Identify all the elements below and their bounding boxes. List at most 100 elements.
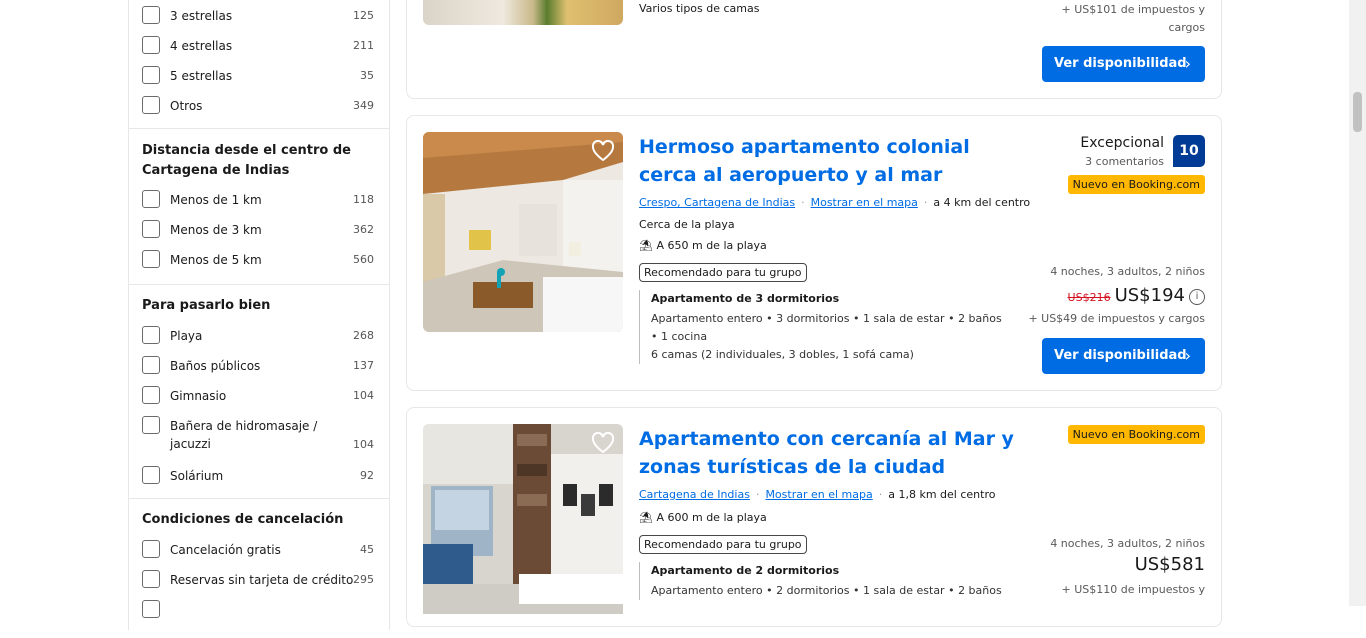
filter-row-4-stars[interactable]: 4 estrellas 211: [142, 36, 374, 56]
filter-row-beach[interactable]: Playa 268: [142, 326, 374, 346]
checkbox[interactable]: [142, 466, 160, 484]
fun-filter-section: Para pasarlo bien Playa 268 Baños públic…: [129, 284, 389, 499]
beach-distance: ⛱ A 650 m de la playa: [639, 239, 767, 252]
checkbox[interactable]: [142, 6, 160, 24]
checkbox[interactable]: [142, 190, 160, 208]
checkbox[interactable]: [142, 326, 160, 344]
filter-row-5-stars[interactable]: 5 estrellas 35: [142, 66, 374, 86]
filter-count: 35: [360, 69, 374, 82]
map-link[interactable]: Mostrar en el mapa: [811, 196, 918, 209]
filter-row-gym[interactable]: Gimnasio 104: [142, 386, 374, 406]
button-label: Ver disponibilidad: [1054, 348, 1187, 363]
recommended-tag: Recomendado para tu grupo: [639, 535, 807, 554]
filter-row-jacuzzi[interactable]: Bañera de hidromasaje / jacuzzi 104: [142, 416, 374, 456]
filter-row-solarium[interactable]: Solárium 92: [142, 466, 374, 486]
beach-distance-text: A 600 m de la playa: [656, 511, 767, 524]
location-line: Cartagena de Indias · Mostrar en el mapa · a…: [639, 488, 996, 501]
beach-distance-text: A 650 m de la playa: [656, 239, 767, 252]
filters-sidebar: 3 estrellas 125 4 estrellas 211 5 estrel…: [128, 0, 390, 630]
checkbox[interactable]: [142, 250, 160, 268]
chevron-right-icon: ›: [1184, 54, 1191, 73]
filter-count: 560: [353, 253, 374, 266]
filter-count: 137: [353, 359, 374, 372]
availability-button[interactable]: Ver disponibilidad ›: [1042, 46, 1205, 82]
checkbox[interactable]: [142, 600, 160, 618]
location-link[interactable]: Crespo, Cartagena de Indias: [639, 196, 795, 209]
taxes-info: + US$49 de impuestos y cargos: [1028, 312, 1205, 325]
unit-line: 6 camas (2 individuales, 3 dobles, 1 sof…: [651, 348, 914, 361]
filter-count: 104: [353, 389, 374, 402]
new-badge: Nuevo en Booking.com: [1067, 425, 1205, 444]
property-card: Hermoso apartamento colonial cerca al ae…: [406, 115, 1222, 391]
button-label: Ver disponibilidad: [1054, 56, 1187, 71]
checkbox[interactable]: [142, 96, 160, 114]
near-beach-text: Cerca de la playa: [639, 218, 735, 231]
filter-row-3-stars[interactable]: 3 estrellas 125: [142, 6, 374, 26]
property-title[interactable]: Apartamento con cercanía al Mar y zonas …: [639, 425, 1029, 481]
filter-count: 118: [353, 193, 374, 206]
filter-count: 211: [353, 39, 374, 52]
property-title[interactable]: Hermoso apartamento colonial cerca al ae…: [639, 133, 1029, 189]
checkbox[interactable]: [142, 386, 160, 404]
property-photo[interactable]: [423, 132, 623, 332]
stay-info: 4 noches, 3 adultos, 2 niños: [1050, 265, 1205, 278]
filter-label: Menos de 3 km: [170, 223, 262, 237]
filter-count: 362: [353, 223, 374, 236]
filter-label: Otros: [170, 99, 203, 113]
filter-row-distance-3[interactable]: Menos de 3 km 362: [142, 220, 374, 240]
availability-button[interactable]: Ver disponibilidad ›: [1042, 338, 1205, 374]
unit-details: Apartamento de 3 dormitorios Apartamento…: [639, 290, 1031, 364]
filter-row-no-card[interactable]: Reservas sin tarjeta de crédito 295: [142, 570, 374, 590]
info-icon[interactable]: i: [1189, 289, 1205, 305]
checkbox[interactable]: [142, 36, 160, 54]
filter-label: 3 estrellas: [170, 9, 233, 23]
unit-line: • 1 cocina: [651, 330, 708, 343]
unit-line: Apartamento entero • 2 dormitorios • 1 s…: [651, 584, 1002, 597]
filter-label: 5 estrellas: [170, 69, 233, 83]
filter-count: 92: [360, 469, 374, 482]
section-title: Para pasarlo bien: [142, 298, 271, 313]
heart-icon[interactable]: [591, 140, 615, 164]
unit-title: Apartamento de 3 dormitorios: [651, 292, 840, 305]
checkbox[interactable]: [142, 220, 160, 238]
heart-icon[interactable]: [591, 432, 615, 456]
section-title: Condiciones de cancelación: [142, 512, 344, 527]
score-word: Excepcional: [1080, 135, 1164, 151]
filter-count: 104: [353, 438, 374, 451]
map-link[interactable]: Mostrar en el mapa: [765, 488, 872, 501]
property-photo[interactable]: [423, 424, 623, 614]
beds-info: Varios tipos de camas: [639, 2, 760, 15]
filter-label: Menos de 1 km: [170, 193, 262, 207]
filter-row-distance-5[interactable]: Menos de 5 km 560: [142, 250, 374, 270]
property-photo[interactable]: [423, 0, 623, 25]
page-scrollbar[interactable]: [1349, 0, 1366, 606]
checkbox[interactable]: [142, 356, 160, 374]
checkbox[interactable]: [142, 540, 160, 558]
filter-count: 349: [353, 99, 374, 112]
recommended-tag: Recomendado para tu grupo: [639, 263, 807, 282]
checkbox[interactable]: [142, 66, 160, 84]
review-count[interactable]: 3 comentarios: [1085, 155, 1164, 168]
old-price: US$216: [1067, 291, 1111, 304]
filter-row-public-baths[interactable]: Baños públicos 137: [142, 356, 374, 376]
filter-row-free-cancel[interactable]: Cancelación gratis 45: [142, 540, 374, 560]
filter-row-other[interactable]: Otros 349: [142, 96, 374, 116]
review-score-badge: 10: [1173, 135, 1205, 167]
filter-count: 268: [353, 329, 374, 342]
distance-filter-section: Distancia desde el centro de Cartagena d…: [129, 128, 389, 285]
new-badge: Nuevo en Booking.com: [1067, 175, 1205, 194]
taxes-info: + US$110 de impuestos y: [1061, 583, 1206, 596]
location-link[interactable]: Cartagena de Indias: [639, 488, 750, 501]
filter-label: Playa: [170, 329, 203, 343]
filter-count: 45: [360, 543, 374, 556]
scrollbar-thumb[interactable]: [1353, 92, 1362, 132]
cancel-filter-section: Condiciones de cancelación Cancelación g…: [129, 498, 389, 638]
filter-row-distance-1[interactable]: Menos de 1 km 118: [142, 190, 374, 210]
price-row: US$581: [1135, 554, 1205, 575]
filter-label: Menos de 5 km: [170, 253, 262, 267]
checkbox[interactable]: [142, 416, 160, 434]
checkbox[interactable]: [142, 570, 160, 588]
distance-text: a 4 km del centro: [933, 196, 1031, 209]
location-line: Crespo, Cartagena de Indias · Mostrar en e…: [639, 196, 1031, 209]
filter-row-partial[interactable]: [142, 600, 374, 620]
